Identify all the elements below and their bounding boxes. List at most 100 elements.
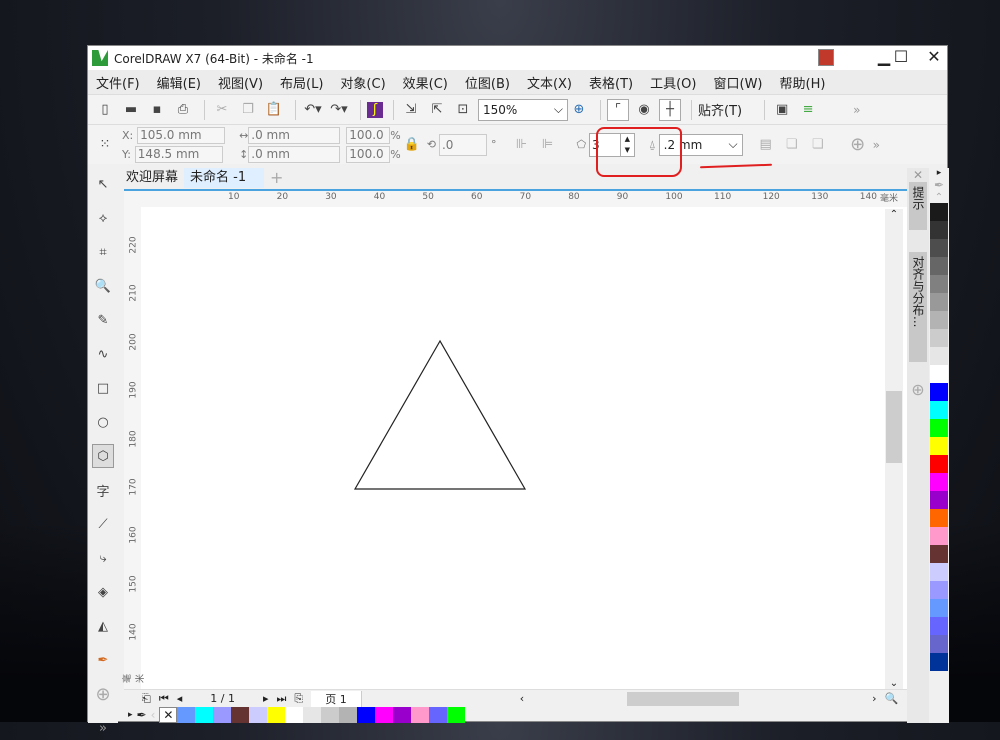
color-swatch[interactable] bbox=[213, 707, 231, 723]
height-field[interactable]: .0 mm bbox=[248, 146, 340, 163]
menu-item[interactable]: 文件(F) bbox=[96, 73, 140, 92]
transparency-tool-icon[interactable]: ◭ bbox=[92, 614, 114, 638]
no-color-swatch[interactable]: ✕ bbox=[159, 707, 177, 723]
last-page-icon[interactable]: ⏭ bbox=[276, 692, 286, 706]
color-swatch[interactable] bbox=[177, 707, 195, 723]
mirror-horizontal-icon[interactable]: ⊪ bbox=[510, 134, 532, 156]
add-tool-icon[interactable]: ⊕ bbox=[92, 682, 114, 706]
docker-tab-align-distribute[interactable]: 对齐与分布... bbox=[909, 252, 927, 362]
add-icon[interactable]: ⊕ bbox=[847, 134, 869, 156]
tab-untitled-1[interactable]: 未命名 -1 bbox=[184, 168, 264, 188]
color-swatch[interactable] bbox=[321, 707, 339, 723]
tab-welcome-screen[interactable]: 欢迎屏幕 bbox=[120, 168, 184, 188]
crop-tool-icon[interactable]: ⌗ bbox=[92, 240, 114, 264]
color-swatch[interactable] bbox=[930, 509, 948, 527]
color-swatch[interactable] bbox=[930, 221, 948, 239]
application-launcher-icon[interactable]: ≡ bbox=[797, 99, 819, 121]
palette-scroll-up-icon[interactable]: ⌃ bbox=[929, 192, 949, 203]
palette-scroll-left-icon[interactable]: ‹ bbox=[151, 708, 156, 722]
show-grid-icon[interactable]: ◉ bbox=[633, 99, 655, 121]
import-icon[interactable]: ⇲ bbox=[400, 99, 422, 121]
zoom-navigator-icon[interactable]: 🔍 bbox=[885, 692, 899, 705]
color-swatch[interactable] bbox=[930, 383, 948, 401]
undo-icon[interactable]: ↶▾ bbox=[302, 99, 324, 121]
color-swatch[interactable] bbox=[357, 707, 375, 723]
palette-menu-icon[interactable]: ▸ bbox=[128, 710, 133, 720]
scroll-right-icon[interactable]: › bbox=[872, 692, 876, 705]
vertical-ruler[interactable]: 毫米 220210200190180170160150140 bbox=[124, 207, 141, 689]
menu-item[interactable]: 表格(T) bbox=[589, 73, 633, 92]
ellipse-tool-icon[interactable]: ○ bbox=[92, 410, 114, 434]
docker-tab-hints[interactable]: 提示 bbox=[909, 182, 927, 230]
color-swatch[interactable] bbox=[447, 707, 465, 723]
page-tab-1[interactable]: 页 1 bbox=[311, 691, 362, 707]
user-account-icon[interactable] bbox=[818, 49, 834, 66]
maximize-button[interactable]: ☐ bbox=[885, 46, 917, 70]
horizontal-ruler[interactable]: 毫米 102030405060708090100110120130140150 bbox=[124, 189, 907, 207]
y-position-field[interactable]: 148.5 mm bbox=[135, 146, 223, 163]
color-swatch[interactable] bbox=[267, 707, 285, 723]
scale-y-field[interactable]: 100.0 bbox=[346, 146, 390, 163]
color-swatch[interactable] bbox=[930, 347, 948, 365]
color-swatch[interactable] bbox=[411, 707, 429, 723]
menu-item[interactable]: 文本(X) bbox=[527, 73, 572, 92]
color-swatch[interactable] bbox=[930, 329, 948, 347]
shape-tool-icon[interactable]: ⟡ bbox=[92, 206, 114, 230]
publish-pdf-icon[interactable]: ⊡ bbox=[452, 99, 474, 121]
full-screen-preview-icon[interactable]: ⊕ bbox=[568, 99, 590, 121]
color-swatch[interactable] bbox=[303, 707, 321, 723]
new-document-icon[interactable]: ▯ bbox=[94, 99, 116, 121]
color-swatch[interactable] bbox=[930, 653, 948, 671]
menu-item[interactable]: 窗口(W) bbox=[714, 73, 763, 92]
horizontal-scroll-thumb[interactable] bbox=[627, 692, 739, 706]
wrap-text-icon[interactable]: ▤ bbox=[755, 134, 777, 156]
color-swatch[interactable] bbox=[930, 275, 948, 293]
color-swatch[interactable] bbox=[285, 707, 303, 723]
color-swatch[interactable] bbox=[393, 707, 411, 723]
color-swatch[interactable] bbox=[930, 563, 948, 581]
scale-x-field[interactable]: 100.0 bbox=[346, 127, 390, 144]
menu-item[interactable]: 视图(V) bbox=[218, 73, 263, 92]
color-swatch[interactable] bbox=[930, 491, 948, 509]
color-swatch[interactable] bbox=[930, 257, 948, 275]
menu-item[interactable]: 布局(L) bbox=[280, 73, 323, 92]
polygon-tool-icon[interactable]: ⬡ bbox=[92, 444, 114, 468]
color-swatch[interactable] bbox=[339, 707, 357, 723]
search-content-icon[interactable]: ʃ bbox=[367, 102, 383, 118]
color-swatch[interactable] bbox=[231, 707, 249, 723]
propbar-overflow-button[interactable]: » bbox=[873, 138, 880, 152]
menu-item[interactable]: 位图(B) bbox=[465, 73, 510, 92]
color-swatch[interactable] bbox=[930, 365, 948, 383]
copy-icon[interactable]: ❐ bbox=[237, 99, 259, 121]
eyedropper-icon[interactable]: ✒ bbox=[929, 178, 949, 192]
palette-menu-icon[interactable]: ▸ bbox=[929, 168, 949, 178]
eyedropper-icon[interactable]: ✒ bbox=[137, 708, 147, 722]
scroll-down-icon[interactable]: ⌄ bbox=[885, 678, 903, 689]
page-canvas[interactable] bbox=[141, 207, 901, 689]
color-swatch[interactable] bbox=[930, 311, 948, 329]
freehand-tool-icon[interactable]: ✎ bbox=[92, 308, 114, 332]
color-swatch[interactable] bbox=[930, 239, 948, 257]
first-page-icon[interactable]: ⏮ bbox=[159, 692, 169, 706]
new-tab-button[interactable]: + bbox=[264, 168, 289, 188]
mirror-vertical-icon[interactable]: ⊫ bbox=[536, 134, 558, 156]
dimension-tool-icon[interactable]: ⟋ bbox=[92, 512, 114, 536]
menu-item[interactable]: 帮助(H) bbox=[780, 73, 826, 92]
color-swatch[interactable] bbox=[930, 545, 948, 563]
add-page-after-icon[interactable]: ⎘ bbox=[294, 692, 303, 706]
vertical-scroll-thumb[interactable] bbox=[886, 391, 902, 463]
rectangle-tool-icon[interactable]: □ bbox=[92, 376, 114, 400]
paste-icon[interactable]: 📋 bbox=[263, 99, 285, 121]
show-rulers-icon[interactable]: ⌜ bbox=[607, 99, 629, 121]
color-swatch[interactable] bbox=[930, 599, 948, 617]
add-page-before-icon[interactable]: ⎗ bbox=[142, 692, 151, 706]
color-swatch[interactable] bbox=[930, 401, 948, 419]
open-icon[interactable]: ▬ bbox=[120, 99, 142, 121]
to-front-icon[interactable]: ❏ bbox=[781, 134, 803, 156]
add-docker-icon[interactable]: ⊕ bbox=[907, 380, 929, 399]
reference-point-icon[interactable]: ⁙ bbox=[94, 134, 116, 156]
width-field[interactable]: .0 mm bbox=[248, 127, 340, 144]
toolbox-overflow-button[interactable]: » bbox=[92, 716, 114, 740]
options-icon[interactable]: ▣ bbox=[771, 99, 793, 121]
color-swatch[interactable] bbox=[375, 707, 393, 723]
